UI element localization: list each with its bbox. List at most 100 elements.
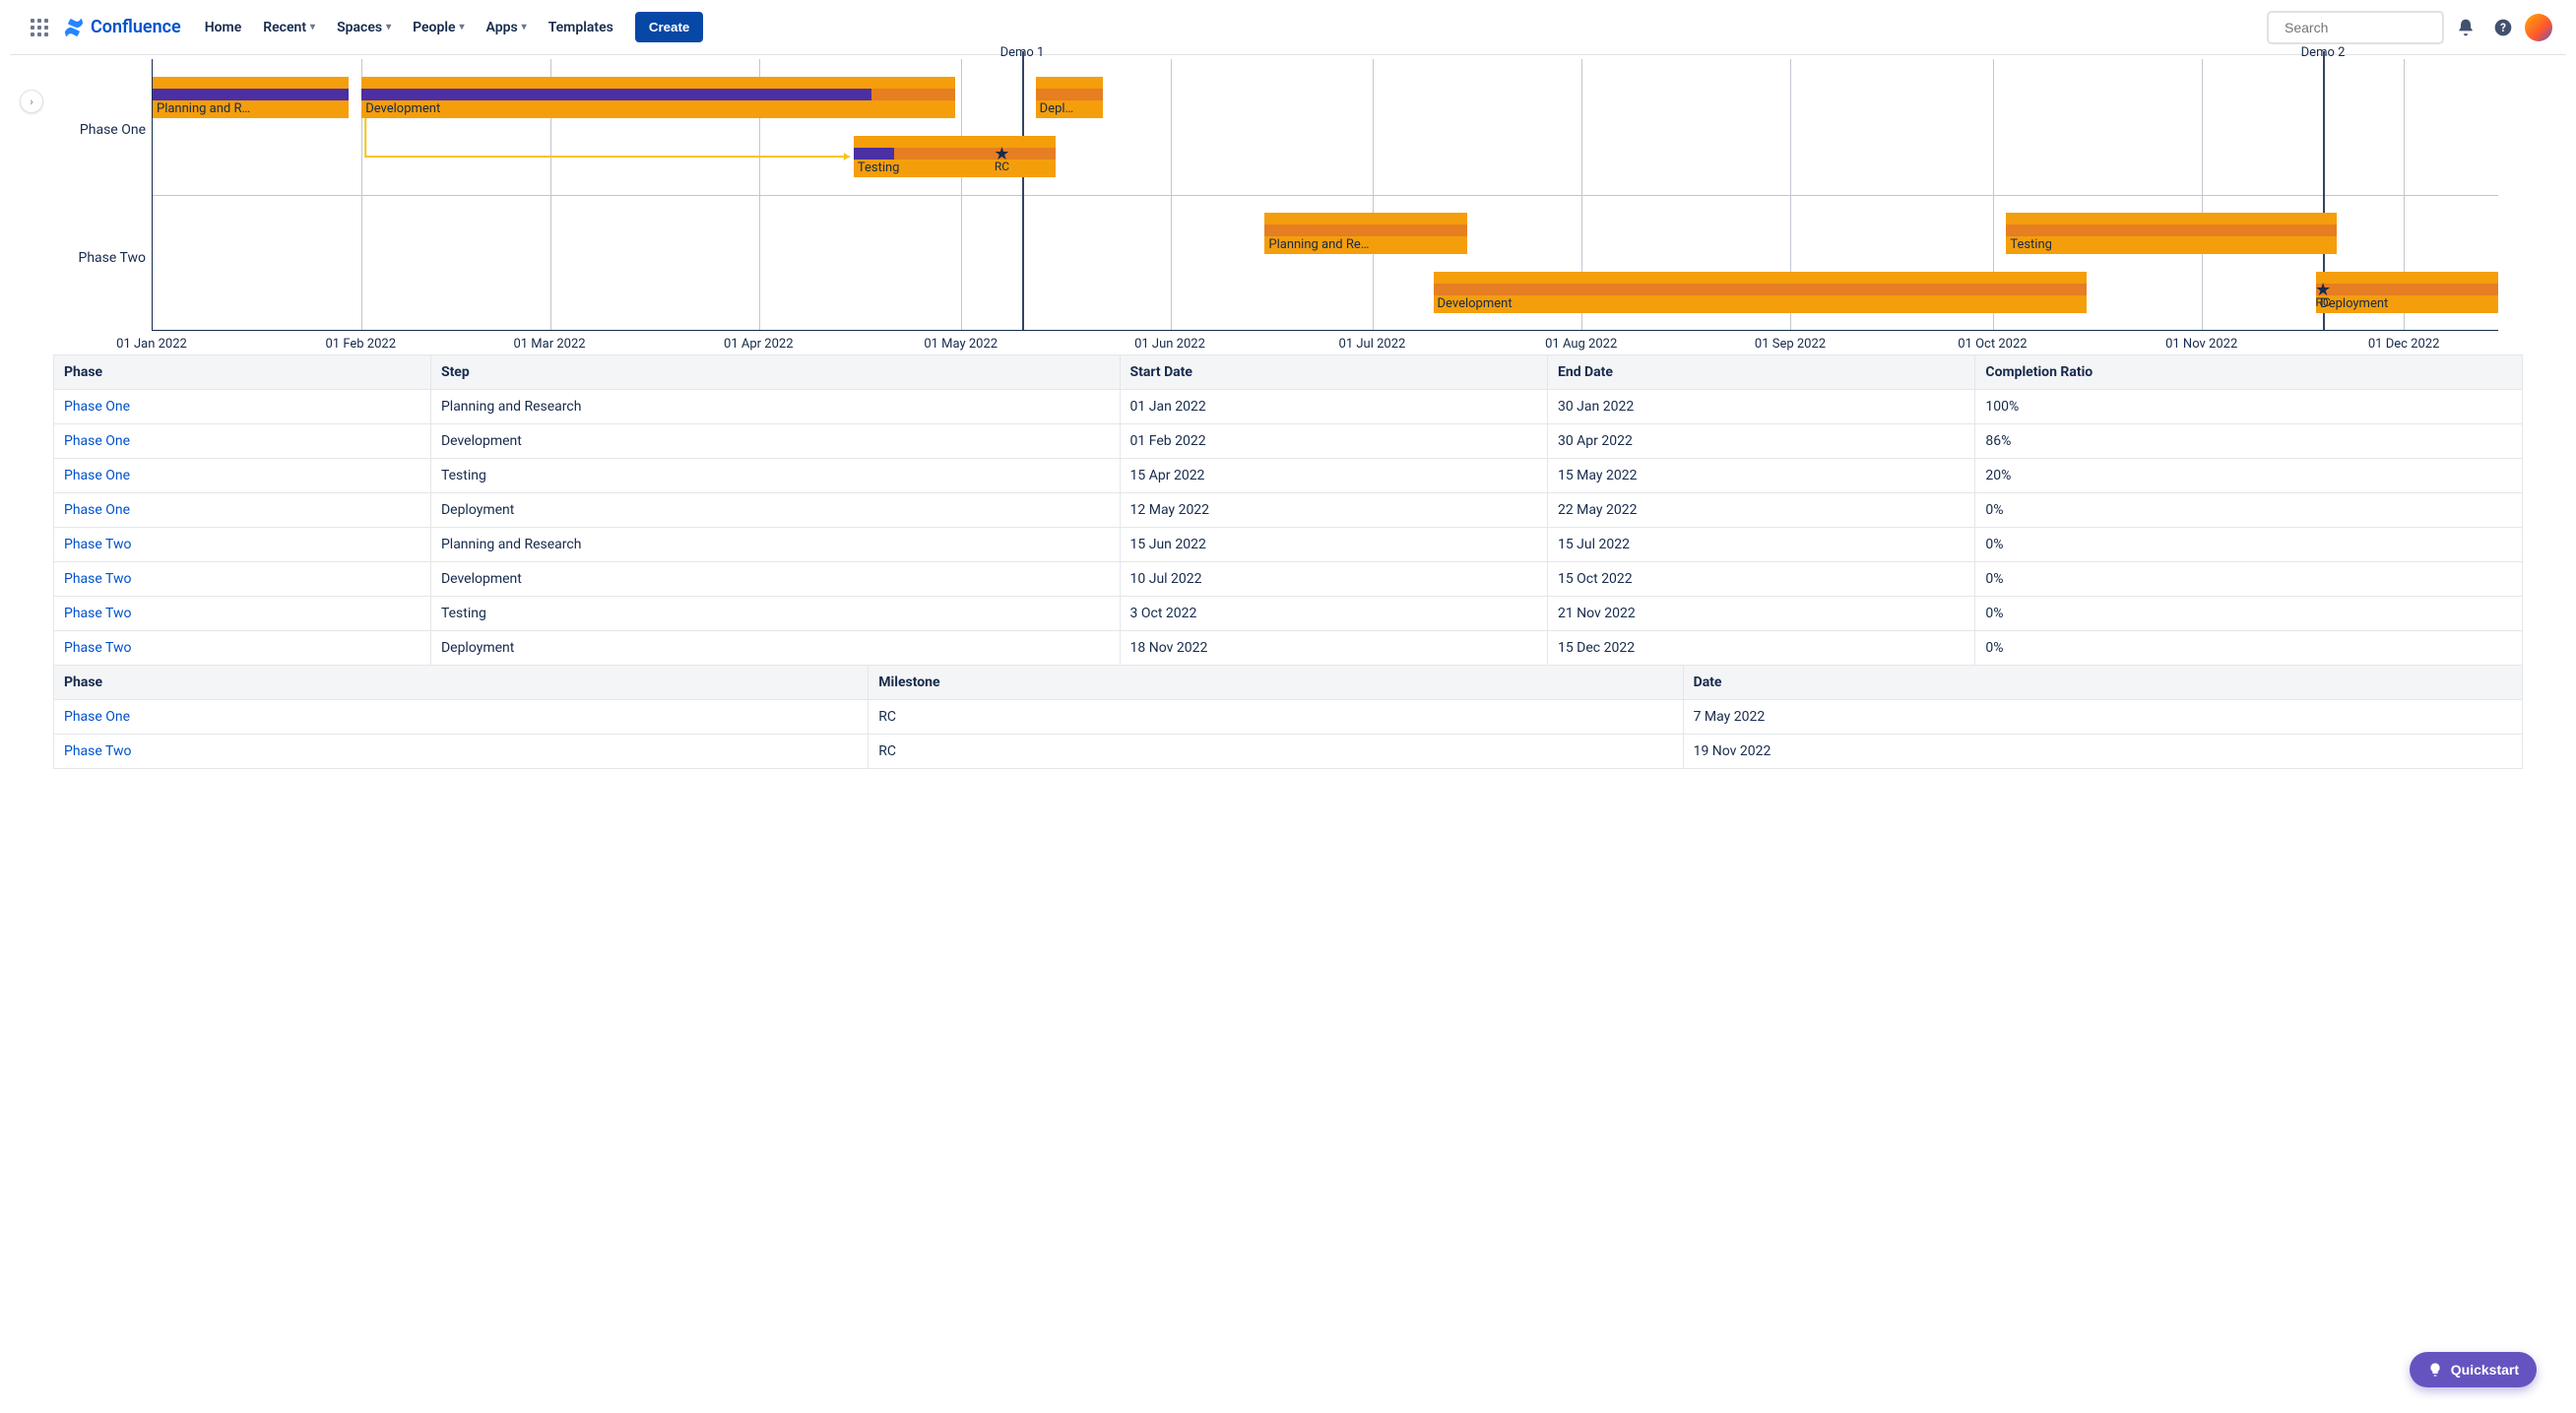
gantt-bar[interactable]: Testing (2006, 213, 2336, 254)
table-cell: RC (869, 735, 1683, 769)
milestones-table: PhaseMilestoneDate Phase OneRC7 May 2022… (53, 665, 2523, 769)
nav-right: ? (2267, 11, 2552, 44)
search-box[interactable] (2267, 11, 2444, 44)
table-cell: 12 May 2022 (1120, 493, 1547, 528)
gantt-bar[interactable]: Development (361, 77, 954, 118)
table-cell: 19 Nov 2022 (1683, 735, 2522, 769)
milestone-label: RC (2315, 295, 2330, 309)
nav-people[interactable]: People▾ (403, 12, 474, 43)
table-row: Phase TwoDeployment18 Nov 202215 Dec 202… (54, 631, 2523, 666)
x-axis-tick: 01 Apr 2022 (724, 337, 793, 352)
table-cell[interactable]: Phase Two (54, 597, 431, 631)
gantt-bar[interactable]: Planning and Re… (1264, 213, 1466, 254)
x-axis-tick: 01 Jun 2022 (1134, 337, 1205, 352)
table-cell: Planning and Research (430, 390, 1120, 424)
notifications-button[interactable] (2450, 12, 2481, 43)
table-header: Start Date (1120, 355, 1547, 390)
table-cell: Testing (430, 459, 1120, 493)
chevron-down-icon: ▾ (386, 22, 391, 32)
table-header: Completion Ratio (1975, 355, 2523, 390)
help-button[interactable]: ? (2487, 12, 2519, 43)
gantt-bar[interactable]: Planning and R… (153, 77, 349, 118)
table-header: Phase (54, 666, 869, 700)
table-row: Phase TwoPlanning and Research15 Jun 202… (54, 528, 2523, 562)
table-row: Phase OneDevelopment01 Feb 202230 Apr 20… (54, 424, 2523, 459)
table-cell: 15 Apr 2022 (1120, 459, 1547, 493)
y-axis-label: Phase One (80, 122, 146, 138)
table-row: Phase TwoTesting3 Oct 202221 Nov 20220% (54, 597, 2523, 631)
gantt-bar-label: Testing (2010, 237, 2052, 252)
gantt-bar[interactable]: Development (1434, 272, 2088, 313)
table-cell: 3 Oct 2022 (1120, 597, 1547, 631)
quickstart-button[interactable]: Quickstart (2410, 1352, 2537, 1387)
table-cell: 20% (1975, 459, 2523, 493)
table-cell: 0% (1975, 631, 2523, 666)
table-cell: 0% (1975, 528, 2523, 562)
create-button[interactable]: Create (635, 12, 704, 42)
expand-sidebar-button[interactable]: › (20, 90, 43, 113)
x-axis-tick: 01 Jan 2022 (116, 337, 187, 352)
table-header: Milestone (869, 666, 1683, 700)
brand-name: Confluence (91, 17, 181, 37)
gantt-bar-label: Development (1438, 296, 1513, 311)
confluence-logo[interactable]: Confluence (63, 17, 181, 38)
table-cell: Testing (430, 597, 1120, 631)
avatar[interactable] (2525, 14, 2552, 41)
nav-spaces[interactable]: Spaces▾ (327, 12, 401, 43)
page-content: › Phase OnePhase Two Demo 1Demo 2Plannin… (10, 55, 2566, 769)
chart-marker-label: Demo 1 (1000, 45, 1045, 60)
y-axis-label: Phase Two (79, 250, 146, 266)
nav-recent[interactable]: Recent▾ (253, 12, 325, 43)
nav-home[interactable]: Home (195, 12, 252, 43)
table-cell: 30 Apr 2022 (1547, 424, 1974, 459)
x-axis-tick: 01 Feb 2022 (325, 337, 396, 352)
table-cell[interactable]: Phase One (54, 390, 431, 424)
chart-marker-label: Demo 2 (2301, 45, 2346, 60)
bell-icon (2456, 18, 2476, 37)
table-cell: 100% (1975, 390, 2523, 424)
chevron-down-icon: ▾ (522, 22, 527, 32)
gantt-bar[interactable]: Deployment (2316, 272, 2498, 313)
x-axis-tick: 01 Nov 2022 (2165, 337, 2237, 352)
gantt-chart: Phase OnePhase Two Demo 1Demo 2Planning … (53, 59, 2523, 341)
table-cell[interactable]: Phase Two (54, 735, 869, 769)
table-cell: 86% (1975, 424, 2523, 459)
nav-apps[interactable]: Apps▾ (477, 12, 537, 43)
gantt-bar-label: Planning and R… (157, 101, 250, 116)
table-cell[interactable]: Phase Two (54, 528, 431, 562)
confluence-icon (63, 17, 85, 38)
gantt-bar-label: Testing (858, 161, 900, 175)
table-cell[interactable]: Phase Two (54, 562, 431, 597)
table-row: Phase OneRC7 May 2022 (54, 700, 2523, 735)
table-cell: Planning and Research (430, 528, 1120, 562)
search-input[interactable] (2283, 19, 2465, 36)
gantt-bar-label: Planning and Re… (1268, 237, 1369, 252)
gantt-bar[interactable]: Testing (854, 136, 1056, 177)
table-header: End Date (1547, 355, 1974, 390)
table-cell[interactable]: Phase One (54, 493, 431, 528)
chevron-right-icon: › (30, 96, 32, 108)
x-axis-tick: 01 May 2022 (924, 337, 998, 352)
milestone-label: RC (995, 160, 1009, 173)
table-row: Phase TwoDevelopment10 Jul 202215 Oct 20… (54, 562, 2523, 597)
nav-templates[interactable]: Templates (539, 12, 623, 43)
x-axis-tick: 01 Mar 2022 (513, 337, 585, 352)
app-switcher-button[interactable] (24, 12, 55, 43)
table-cell: 10 Jul 2022 (1120, 562, 1547, 597)
lightbulb-icon (2427, 1362, 2443, 1378)
table-cell: 30 Jan 2022 (1547, 390, 1974, 424)
table-cell[interactable]: Phase One (54, 700, 869, 735)
gantt-bar[interactable]: Depl… (1036, 77, 1103, 118)
help-icon: ? (2493, 18, 2513, 37)
table-cell: 0% (1975, 493, 2523, 528)
table-cell[interactable]: Phase One (54, 424, 431, 459)
table-row: Phase OneDeployment12 May 202222 May 202… (54, 493, 2523, 528)
table-cell: Deployment (430, 493, 1120, 528)
app-switcher-icon (31, 19, 48, 36)
table-row: Phase TwoRC19 Nov 2022 (54, 735, 2523, 769)
x-axis-tick: 01 Oct 2022 (1958, 337, 2027, 352)
top-nav: Confluence Home Recent▾ Spaces▾ People▾ … (10, 0, 2566, 55)
table-cell[interactable]: Phase Two (54, 631, 431, 666)
table-header: Phase (54, 355, 431, 390)
table-cell[interactable]: Phase One (54, 459, 431, 493)
